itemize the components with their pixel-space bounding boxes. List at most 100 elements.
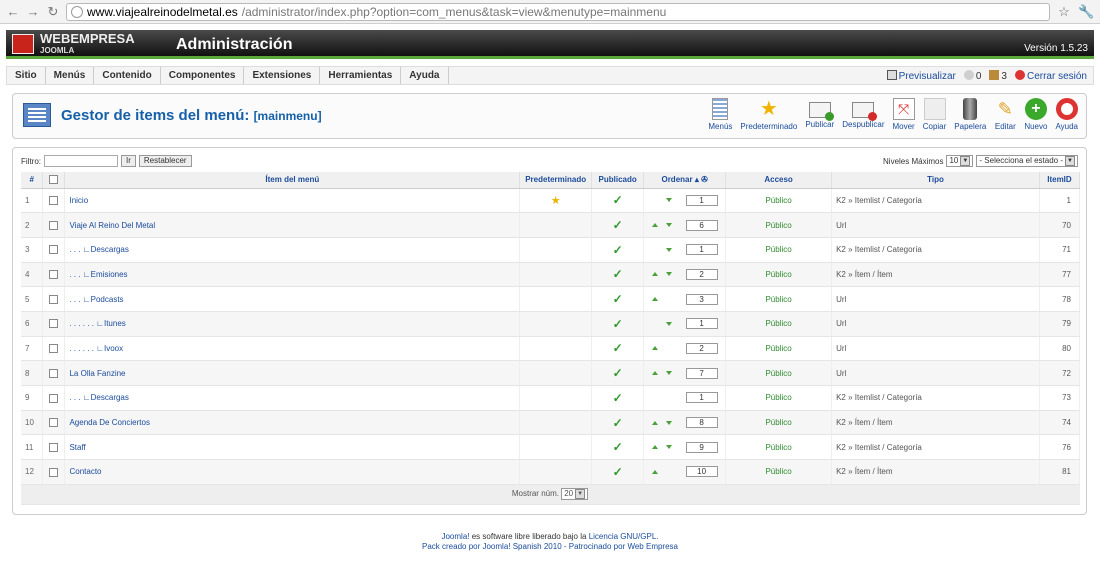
forward-icon[interactable]: → — [26, 4, 40, 19]
row-checkbox[interactable] — [49, 467, 59, 477]
menu-sitio[interactable]: Sitio — [7, 67, 46, 84]
filter-input[interactable] — [44, 155, 118, 167]
published-check-icon[interactable]: ✓ — [613, 366, 623, 380]
order-input[interactable]: 1 — [685, 244, 718, 256]
access-cell[interactable]: Público — [725, 212, 833, 238]
move-down-icon[interactable] — [665, 198, 672, 203]
move-up-icon[interactable] — [651, 272, 658, 277]
item-name-link[interactable]: . . . ∟Emisiones — [69, 270, 127, 279]
item-name-link[interactable]: La Olla Fanzine — [69, 369, 125, 378]
menu-componentes[interactable]: Componentes — [161, 67, 245, 84]
published-check-icon[interactable]: ✓ — [613, 416, 623, 430]
published-check-icon[interactable]: ✓ — [613, 391, 623, 405]
col-itemid[interactable]: ItemID — [1039, 172, 1081, 189]
row-checkbox[interactable] — [49, 442, 59, 452]
item-name-link[interactable]: . . . . . . ∟Ivoox — [69, 344, 123, 353]
reload-icon[interactable]: ↻ — [46, 4, 60, 19]
logout-link[interactable]: Cerrar sesión — [1014, 69, 1087, 82]
published-check-icon[interactable]: ✓ — [613, 317, 623, 331]
col-published[interactable]: Publicado — [591, 172, 645, 189]
item-name-link[interactable]: . . . ∟Descargas — [69, 393, 128, 402]
edit-button[interactable]: ✎ Editar — [990, 98, 1020, 131]
published-check-icon[interactable]: ✓ — [613, 267, 623, 281]
show-select[interactable]: 20 ▼ — [561, 488, 589, 501]
item-name-link[interactable]: Viaje Al Reino Del Metal — [69, 221, 155, 230]
move-down-icon[interactable] — [665, 371, 672, 376]
access-cell[interactable]: Público — [725, 336, 833, 362]
row-checkbox[interactable] — [49, 319, 59, 329]
levels-select[interactable]: 10 ▼ — [946, 155, 974, 167]
reset-button[interactable]: Restablecer — [138, 155, 192, 167]
row-checkbox[interactable] — [49, 418, 59, 428]
move-up-icon[interactable] — [651, 297, 658, 302]
users-count[interactable]: 3 — [989, 69, 1007, 82]
row-checkbox[interactable] — [49, 245, 59, 255]
move-up-icon[interactable] — [651, 371, 658, 376]
order-input[interactable]: 7 — [685, 367, 718, 379]
state-select[interactable]: - Selecciona el estado - ▼ — [976, 155, 1078, 167]
access-cell[interactable]: Público — [725, 459, 833, 485]
published-check-icon[interactable]: ✓ — [613, 218, 623, 232]
publish-button[interactable]: Publicar — [801, 98, 838, 131]
menu-herramientas[interactable]: Herramientas — [320, 67, 402, 84]
col-access[interactable]: Acceso — [725, 172, 833, 189]
published-check-icon[interactable]: ✓ — [613, 292, 623, 306]
menu-ayuda[interactable]: Ayuda — [401, 67, 449, 84]
move-down-icon[interactable] — [665, 272, 672, 277]
access-cell[interactable]: Público — [725, 262, 833, 288]
select-all-checkbox[interactable] — [49, 175, 59, 185]
move-down-icon[interactable] — [665, 420, 672, 425]
access-cell[interactable]: Público — [725, 410, 833, 436]
move-up-icon[interactable] — [651, 445, 658, 450]
access-cell[interactable]: Público — [725, 434, 833, 461]
access-cell[interactable]: Público — [725, 237, 833, 263]
item-name-link[interactable]: Staff — [69, 443, 85, 452]
move-up-icon[interactable] — [651, 346, 658, 351]
preview-link[interactable]: Previsualizar — [886, 69, 956, 82]
order-input[interactable]: 1 — [685, 392, 718, 404]
col-item[interactable]: Ítem del menú — [64, 172, 521, 189]
order-input[interactable]: 1 — [685, 194, 718, 206]
order-input[interactable]: 6 — [685, 219, 718, 231]
col-type[interactable]: Tipo — [831, 172, 1040, 189]
access-cell[interactable]: Público — [725, 311, 833, 337]
col-order[interactable]: Ordenar ▴ ✇ — [643, 172, 727, 189]
published-check-icon[interactable]: ✓ — [613, 440, 623, 454]
unpublish-button[interactable]: Despublicar — [838, 98, 888, 131]
messages-count[interactable]: 0 — [963, 69, 981, 82]
published-check-icon[interactable]: ✓ — [613, 465, 623, 479]
row-checkbox[interactable] — [49, 393, 59, 403]
address-bar[interactable]: www.viajealreinodelmetal.es/administrato… — [66, 2, 1050, 21]
col-default[interactable]: Predeterminado — [519, 172, 593, 189]
move-down-icon[interactable] — [665, 321, 672, 326]
move-up-icon[interactable] — [651, 420, 658, 425]
menu-contenido[interactable]: Contenido — [94, 67, 161, 84]
move-up-icon[interactable] — [651, 223, 658, 228]
item-name-link[interactable]: . . . ∟Descargas — [69, 245, 128, 254]
row-checkbox[interactable] — [49, 196, 59, 206]
menus-button[interactable]: Menús — [704, 98, 736, 131]
row-checkbox[interactable] — [49, 368, 59, 378]
new-button[interactable]: + Nuevo — [1020, 98, 1051, 131]
wrench-icon[interactable]: 🔧 — [1078, 4, 1094, 20]
item-name-link[interactable]: . . . ∟Podcasts — [69, 295, 123, 304]
order-input[interactable]: 1 — [685, 318, 718, 330]
order-input[interactable]: 3 — [685, 293, 718, 305]
access-cell[interactable]: Público — [725, 188, 833, 214]
order-input[interactable]: 2 — [685, 268, 718, 280]
move-down-icon[interactable] — [665, 445, 672, 450]
access-cell[interactable]: Público — [725, 360, 833, 386]
row-checkbox[interactable] — [49, 344, 59, 354]
go-button[interactable]: Ir — [121, 155, 136, 167]
license-link[interactable]: Licencia GNU/GPL. — [589, 532, 659, 541]
access-cell[interactable]: Público — [725, 286, 833, 312]
item-name-link[interactable]: . . . . . . ∟Itunes — [69, 319, 125, 328]
order-input[interactable]: 10 — [685, 466, 718, 478]
row-checkbox[interactable] — [49, 220, 59, 230]
item-name-link[interactable]: Agenda De Conciertos — [69, 418, 150, 427]
move-down-icon[interactable] — [665, 223, 672, 228]
order-input[interactable]: 9 — [685, 441, 718, 453]
order-input[interactable]: 2 — [685, 342, 718, 354]
save-order-icon[interactable]: ▴ ✇ — [695, 175, 708, 184]
default-button[interactable]: ★ Predeterminado — [736, 98, 801, 131]
